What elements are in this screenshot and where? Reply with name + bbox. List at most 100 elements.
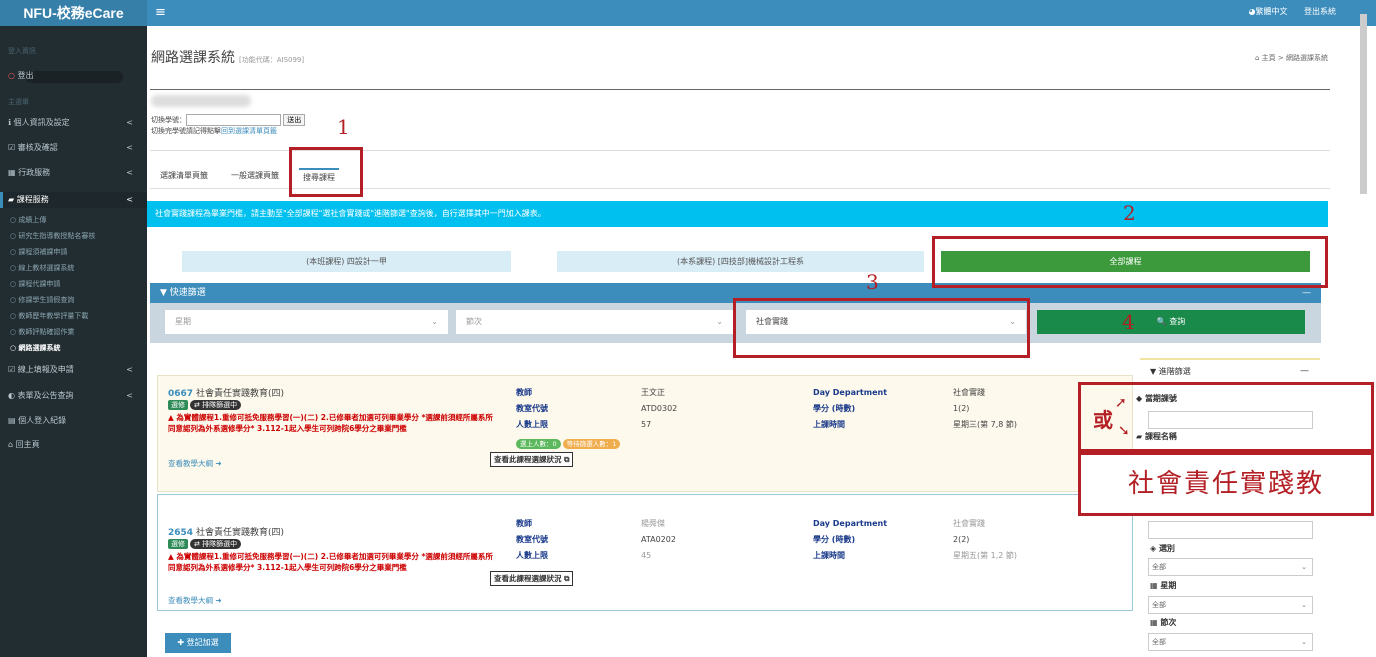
sidebar-subitem[interactable]: ○ 線上教材選課系統: [0, 260, 147, 276]
check-status-button[interactable]: 查看此課程選課狀況 ⧉: [490, 571, 574, 586]
label: 教師: [516, 519, 532, 528]
annotation-box-1: [289, 147, 363, 197]
sidebar-subitem-current[interactable]: ○ 網路選課系統: [0, 340, 147, 356]
tab-course-list[interactable]: 選課清單頁籤: [160, 170, 208, 181]
time-value: 星期五(第 1,2 節): [953, 551, 1018, 560]
week-label: ▦ 星期: [1150, 581, 1177, 590]
sidebar-item-course[interactable]: ▰ 課程服務 <: [0, 192, 147, 208]
label: 上課時間: [813, 551, 845, 560]
week-filter-select[interactable]: 全部 ⌄: [1148, 596, 1313, 614]
annotation-arrow-icon: ➘: [1118, 423, 1130, 439]
course-name-input[interactable]: [1148, 521, 1313, 539]
advanced-filter-title[interactable]: ▼ 進階篩選: [1150, 366, 1191, 377]
book-icon: ▰: [8, 195, 15, 204]
sidebar-subitem[interactable]: ○ 教師評點確認作業: [0, 324, 147, 340]
annotation-keyword: 社會責任實踐教: [1078, 452, 1374, 516]
limit-value: 45: [641, 551, 652, 560]
class-courses-button[interactable]: (本班課程) 四設計一甲: [182, 251, 511, 272]
function-code: [功能代碼：AIS099]: [239, 56, 305, 64]
sidebar: 登入資訊 ○ 登出 主選單 ℹ 個人資訊及設定 < ☑ 審核及確認 < ▦ 行政服務…: [0, 26, 147, 657]
group-select[interactable]: 全部 ⌄: [1148, 558, 1313, 576]
annotation-number-3: 3: [866, 270, 879, 294]
period-filter-select[interactable]: 全部 ⌄: [1148, 633, 1313, 651]
page-title: 網路選課系統 [功能代碼：AIS099]: [151, 50, 305, 66]
sidebar-header-main: 主選單: [8, 98, 29, 106]
sidebar-subitem[interactable]: ○ 成績上傳: [0, 212, 147, 228]
dept-value: 社會實踐: [953, 388, 985, 397]
list-icon: ▤: [8, 416, 16, 425]
collapse-icon[interactable]: —: [1300, 366, 1309, 376]
course-warning: ▲ 為實體課程1.重修可抵免服務學習(一)(二) 2.已修畢者加選可列畢業學分 …: [168, 413, 493, 433]
period-select[interactable]: 節次 ⌄: [456, 310, 733, 334]
dept-value: 社會實踐: [953, 519, 985, 528]
query-button[interactable]: 🔍 查詢: [1037, 310, 1305, 334]
credit-value: 2(2): [953, 535, 970, 544]
teacher-value: 王文正: [641, 388, 665, 397]
add-course-button[interactable]: ✚ 登記加選: [165, 633, 231, 653]
course-title[interactable]: 2654 社會責任實踐教育(四): [168, 525, 284, 538]
annotation-box-or: [1078, 382, 1374, 452]
label: 教室代號: [516, 535, 548, 544]
limit-value: 57: [641, 420, 652, 429]
student-info-redacted: [151, 95, 251, 107]
label: 學分 (時數): [813, 404, 856, 413]
sidebar-item-login-log[interactable]: ▤ 個人登入紀錄: [0, 413, 147, 429]
sidebar-subitem[interactable]: ○ 研究生指導教授點名審核: [0, 228, 147, 244]
week-select[interactable]: 星期 ⌄: [165, 310, 448, 334]
caret-icon: ⌄: [1301, 601, 1307, 609]
annotation-number-1: 1: [337, 115, 350, 139]
sidebar-subitem[interactable]: ○ 課程須補課申請: [0, 244, 147, 260]
label: 教室代號: [516, 404, 548, 413]
top-navbar: NFU-校務eCare ≡ ◕繁體中文 登出系統: [0, 0, 1376, 26]
course-title[interactable]: 0667 社會責任實踐教育(四): [168, 386, 284, 399]
room-value: ATA0202: [641, 535, 676, 544]
label: 人數上限: [516, 420, 548, 429]
label: Day Department: [813, 519, 888, 528]
caret-icon: ⌄: [716, 317, 723, 326]
elective-badge: 選修: [168, 400, 188, 410]
home-icon: ⌂: [8, 440, 14, 449]
breadcrumb[interactable]: ⌂ 主頁 > 網路選課系統: [1255, 53, 1328, 63]
queue-badge: ⇄ 排隊篩選中: [190, 400, 242, 410]
scrollbar[interactable]: [1360, 14, 1367, 194]
sidebar-subitem[interactable]: ○ 修課學生請假查詢: [0, 292, 147, 308]
sidebar-subitem[interactable]: ○ 課程代課申請: [0, 276, 147, 292]
label: 上課時間: [813, 420, 845, 429]
brand-logo[interactable]: NFU-校務eCare: [0, 0, 147, 26]
course-warning: ▲ 為實體課程1.重修可抵免服務學習(一)(二) 2.已修畢者加選可列畢業學分 …: [168, 552, 493, 572]
annotation-number-4: 4: [1122, 310, 1135, 334]
group-label: ◈ 選別: [1150, 544, 1175, 553]
syllabus-link[interactable]: 查看教學大綱 ➜: [168, 458, 222, 469]
label: 教師: [516, 388, 532, 397]
switch-student-row: 切換學號： 送出: [151, 114, 306, 126]
sidebar-item-review[interactable]: ☑ 審核及確認 <: [0, 140, 147, 156]
sidebar-subitem[interactable]: ○ 教師歷年教學評量下載: [0, 308, 147, 324]
menu-toggle-icon[interactable]: ≡: [155, 5, 166, 20]
sidebar-item-home[interactable]: ⌂ 回主頁: [0, 437, 147, 453]
sidebar-item-apply[interactable]: ☑ 線上填報及申請 <: [0, 362, 147, 378]
sidebar-item-profile[interactable]: ℹ 個人資訊及設定 <: [0, 115, 147, 131]
annotation-box-2: [932, 236, 1328, 288]
divider: [150, 89, 1330, 90]
sidebar-logout[interactable]: ○ 登出: [0, 68, 147, 84]
enrollment-counts: 選上人數：0 等待篩選人數：1: [516, 438, 621, 449]
check-status-button[interactable]: 查看此課程選課狀況 ⧉: [490, 452, 574, 467]
credit-value: 1(2): [953, 404, 970, 413]
grid-icon: ▦: [8, 168, 16, 177]
logout-link[interactable]: 登出系統: [1304, 7, 1336, 16]
teacher-value: 楊舜傑: [641, 519, 665, 528]
language-link[interactable]: ◕繁體中文: [1248, 7, 1287, 16]
label: Day Department: [813, 388, 888, 397]
sidebar-item-forms[interactable]: ◐ 表單及公告查詢 <: [0, 388, 147, 404]
globe-icon: ◐: [8, 391, 15, 400]
dept-courses-button[interactable]: (本系課程) [四技部]機械設計工程系: [557, 251, 924, 272]
back-to-list-link[interactable]: 回到選課清單頁籤: [221, 127, 277, 135]
tab-general-select[interactable]: 一般選課頁籤: [231, 170, 279, 181]
annotation-box-3: [733, 298, 1030, 358]
edit-icon: ☑: [8, 365, 16, 374]
notice-alert: 社會實踐課程為畢業門檻，請主動至"全部課程"選社會實踐或"進階篩選"查詢後，自行…: [147, 201, 1328, 227]
switch-submit-button[interactable]: 送出: [283, 114, 306, 126]
student-id-input[interactable]: [186, 114, 281, 126]
sidebar-item-admin[interactable]: ▦ 行政服務 <: [0, 165, 147, 181]
syllabus-link[interactable]: 查看教學大綱 ➜: [168, 595, 222, 606]
